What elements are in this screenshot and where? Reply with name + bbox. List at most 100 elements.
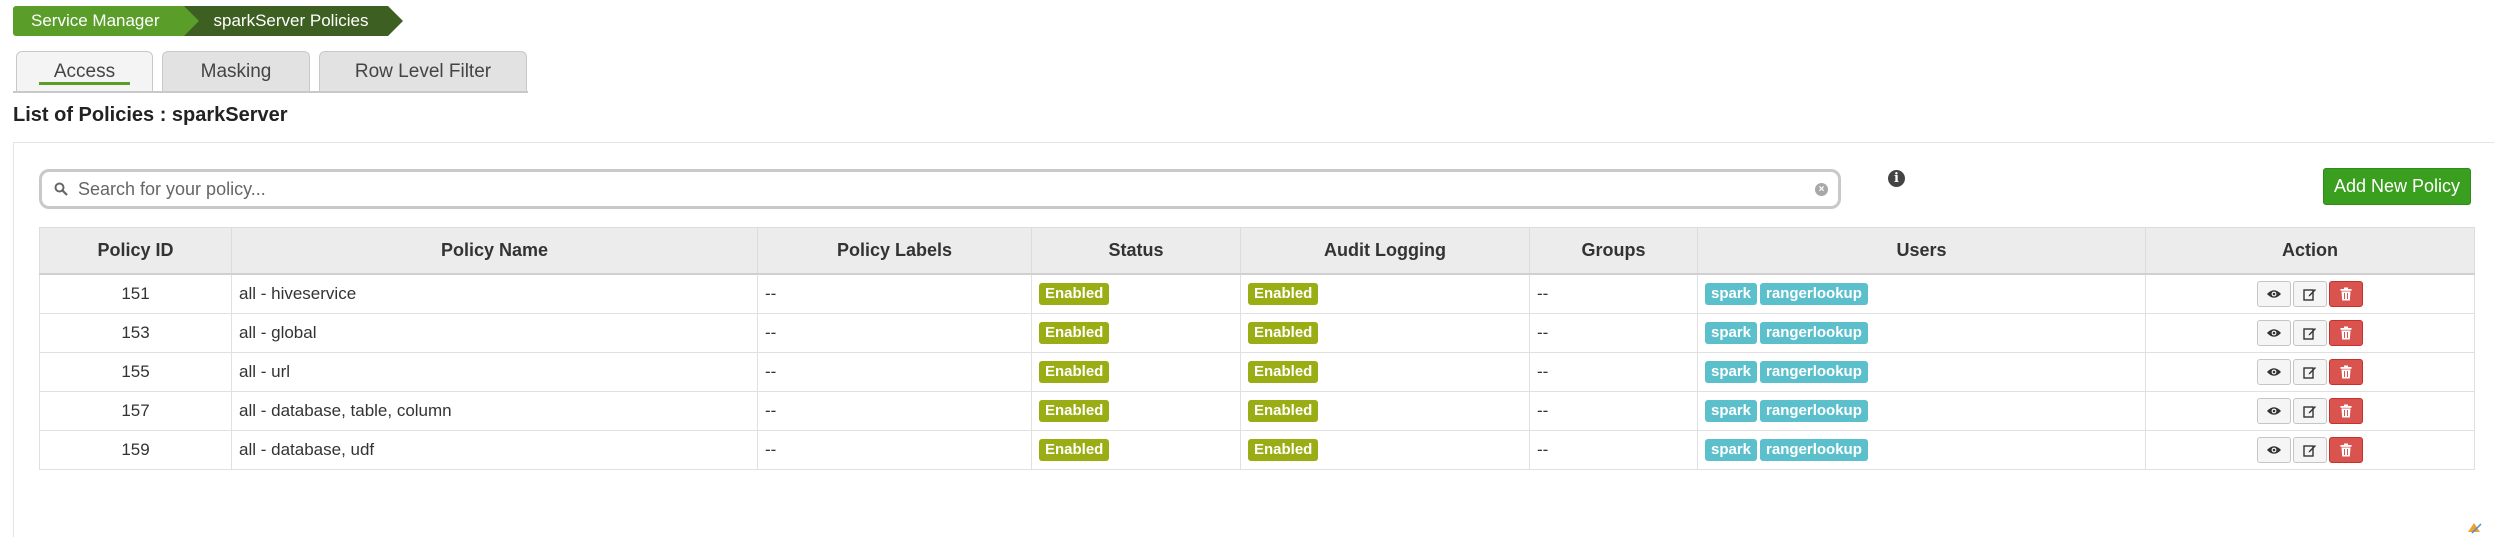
action-cell (2145, 391, 2475, 431)
policy-id-link[interactable]: 159 (39, 430, 232, 470)
edit-policy-button[interactable] (2293, 320, 2327, 346)
clear-icon[interactable]: × (1815, 182, 1828, 196)
delete-policy-button[interactable] (2329, 437, 2363, 463)
users-cell: spark rangerlookup (1697, 313, 2146, 353)
policy-id-link[interactable]: 155 (39, 352, 232, 392)
policy-id-link[interactable]: 153 (39, 313, 232, 353)
search-input[interactable] (76, 177, 1815, 201)
page-title: List of Policies : sparkServer (13, 104, 288, 126)
view-policy-button[interactable] (2257, 281, 2291, 307)
breadcrumb: Service Manager sparkServer Policies (13, 6, 404, 36)
header-policy-name[interactable]: Policy Name (231, 227, 758, 275)
delete-policy-button[interactable] (2329, 320, 2363, 346)
breadcrumb-service-manager[interactable]: Service Manager (13, 6, 198, 36)
tab-access[interactable]: Access (16, 51, 153, 91)
delete-policy-button[interactable] (2329, 359, 2363, 385)
policy-type-tabs: Access Masking Row Level Filter (16, 51, 527, 91)
table-row: 151 all - hiveservice -- Enabled Enabled -- sp… (39, 273, 2475, 314)
view-policy-button[interactable] (2257, 437, 2291, 463)
audit-logging-cell: Enabled (1240, 313, 1530, 353)
groups-cell: -- (1529, 352, 1698, 392)
policy-labels: -- (757, 352, 1032, 392)
audit-logging-cell: Enabled (1240, 352, 1530, 392)
user-badge: spark (1705, 439, 1758, 461)
audit-logging-cell: Enabled (1240, 273, 1530, 314)
status-badge: Enabled (1039, 283, 1110, 305)
users-cell: spark rangerlookup (1697, 391, 2146, 431)
user-badge: rangerlookup (1760, 322, 1868, 344)
delete-policy-button[interactable] (2329, 281, 2363, 307)
table-row: 159 all - database, udf -- Enabled Enabled --… (39, 430, 2475, 470)
policy-labels: -- (757, 273, 1032, 314)
action-cell (2145, 430, 2475, 470)
user-badge: rangerlookup (1760, 400, 1868, 422)
policy-name: all - hiveservice (231, 273, 758, 314)
action-cell (2145, 313, 2475, 353)
users-cell: spark rangerlookup (1697, 273, 2146, 314)
policy-id-link[interactable]: 157 (39, 391, 232, 431)
view-policy-button[interactable] (2257, 320, 2291, 346)
breadcrumb-spark-server-policies[interactable]: sparkServer Policies (183, 6, 404, 36)
groups-cell: -- (1529, 313, 1698, 353)
policy-labels: -- (757, 313, 1032, 353)
header-status: Status (1031, 227, 1241, 275)
status-cell: Enabled (1031, 430, 1241, 470)
table-row: 153 all - global -- Enabled Enabled -- spark ra… (39, 313, 2475, 353)
audit-logging-badge: Enabled (1248, 439, 1319, 461)
audit-logging-badge: Enabled (1248, 361, 1319, 383)
delete-policy-button[interactable] (2329, 398, 2363, 424)
groups-cell: -- (1529, 430, 1698, 470)
header-users: Users (1697, 227, 2146, 275)
search-icon (54, 182, 68, 196)
add-new-policy-button[interactable]: Add New Policy (2323, 168, 2471, 205)
status-cell: Enabled (1031, 313, 1241, 353)
user-badge: spark (1705, 283, 1758, 305)
policy-labels: -- (757, 391, 1032, 431)
header-action: Action (2145, 227, 2475, 275)
table-row: 157 all - database, table, column -- Enable… (39, 391, 2475, 431)
groups-cell: -- (1529, 273, 1698, 314)
edit-policy-button[interactable] (2293, 398, 2327, 424)
edit-policy-button[interactable] (2293, 359, 2327, 385)
view-policy-button[interactable] (2257, 398, 2291, 424)
table-row: 155 all - url -- Enabled Enabled -- spark range… (39, 352, 2475, 392)
info-icon[interactable]: i (1888, 170, 1905, 187)
status-badge: Enabled (1039, 361, 1110, 383)
audit-logging-badge: Enabled (1248, 400, 1319, 422)
tabs-divider (13, 91, 528, 93)
audit-logging-badge: Enabled (1248, 322, 1319, 344)
view-policy-button[interactable] (2257, 359, 2291, 385)
policy-id-link[interactable]: 151 (39, 273, 232, 314)
policy-name: all - url (231, 352, 758, 392)
users-cell: spark rangerlookup (1697, 352, 2146, 392)
tab-access-label: Access (53, 60, 116, 82)
tab-row-level-filter-label: Row Level Filter (354, 60, 492, 82)
status-badge: Enabled (1039, 439, 1110, 461)
edit-policy-button[interactable] (2293, 281, 2327, 307)
tab-masking[interactable]: Masking (162, 51, 310, 91)
tab-row-level-filter[interactable]: Row Level Filter (319, 51, 527, 91)
user-badge: rangerlookup (1760, 439, 1868, 461)
active-tab-indicator (39, 82, 130, 85)
header-groups: Groups (1529, 227, 1698, 275)
user-badge: rangerlookup (1760, 283, 1868, 305)
header-policy-labels: Policy Labels (757, 227, 1032, 275)
status-badge: Enabled (1039, 400, 1110, 422)
header-audit-logging: Audit Logging (1240, 227, 1530, 275)
status-cell: Enabled (1031, 273, 1241, 314)
groups-cell: -- (1529, 391, 1698, 431)
audit-logging-cell: Enabled (1240, 430, 1530, 470)
table-header-row: Policy ID Policy Name Policy Labels Stat… (39, 227, 2475, 275)
action-cell (2145, 273, 2475, 314)
edit-policy-button[interactable] (2293, 437, 2327, 463)
header-policy-id[interactable]: Policy ID (39, 227, 232, 275)
user-badge: rangerlookup (1760, 361, 1868, 383)
policy-name: all - global (231, 313, 758, 353)
user-badge: spark (1705, 400, 1758, 422)
tab-masking-label: Masking (200, 60, 272, 82)
search-box[interactable]: × (39, 169, 1841, 209)
audit-logging-cell: Enabled (1240, 391, 1530, 431)
users-cell: spark rangerlookup (1697, 430, 2146, 470)
audit-logging-badge: Enabled (1248, 283, 1319, 305)
resize-grip-icon (2468, 523, 2482, 534)
